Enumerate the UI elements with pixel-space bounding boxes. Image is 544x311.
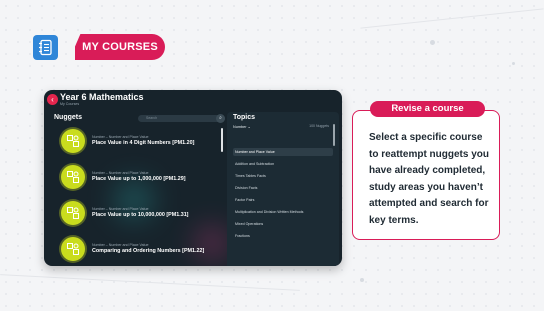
topic-item[interactable]: Factor Pairs [233,196,333,204]
topic-filter-dropdown[interactable]: Number ⌄ [233,124,251,129]
nuggets-list: Number – Number and Place Value Place Va… [44,124,227,266]
notebook-icon [33,35,58,60]
nugget-count: 100 Nuggets [309,124,329,128]
topic-item[interactable]: Fractions [233,232,333,240]
nuggets-scrollbar[interactable] [221,128,223,152]
nugget-icon [61,201,85,225]
nugget-category: Number – Number and Place Value [92,207,149,211]
topics-scrollbar[interactable] [333,124,335,146]
nugget-title: Place Value in 4 Digit Numbers [PM1.20] [92,140,195,146]
nugget-item[interactable]: Number – Number and Place Value Place Va… [44,201,227,233]
course-app-window: ‹ Year 6 Mathematics My Courses Nuggets … [44,90,342,266]
nugget-title: Place Value up to 1,000,000 [PM1.29] [92,176,186,182]
back-button[interactable]: ‹ [47,94,58,105]
topic-item[interactable]: Multiplication and Division Written Meth… [233,208,333,216]
background-dot [360,278,364,282]
topic-item[interactable]: Mixed Operations [233,220,333,228]
search-input[interactable]: Search [138,115,225,122]
topics-panel: Topics Number ⌄ 100 Nuggets Number and P… [227,112,339,266]
callout-title: Revise a course [370,101,485,117]
nuggets-heading: Nuggets [54,114,82,121]
nugget-item[interactable]: Number – Number and Place Value Place Va… [44,129,227,161]
page-title: MY COURSES [75,34,165,60]
topic-item[interactable]: Number and Place Value [233,148,333,156]
topics-heading: Topics [233,114,256,121]
nugget-item[interactable]: Number – Number and Place Value Place Va… [44,165,227,197]
nugget-category: Number – Number and Place Value [92,243,149,247]
nugget-icon [61,237,85,261]
background-dot [512,62,515,65]
callout-text: Select a specific course to reattempt nu… [369,132,490,226]
course-title: Year 6 Mathematics [60,92,144,102]
course-breadcrumb: My Courses [60,102,80,106]
nugget-icon [61,129,85,153]
topic-item[interactable]: Division Facts [233,184,333,192]
background-dot [430,40,435,45]
topic-item[interactable]: Times Tables Facts [233,172,333,180]
nugget-title: Place Value up to 10,000,000 [PM1.31] [92,212,189,218]
nugget-category: Number – Number and Place Value [92,135,149,139]
nugget-title: Comparing and Ordering Numbers [PM1.22] [92,248,205,254]
topic-item[interactable]: Addition and Subtraction [233,160,333,168]
back-arrow-icon: ‹ [51,95,54,104]
search-icon[interactable]: ⌕ [216,114,225,123]
nugget-icon [61,165,85,189]
nugget-item[interactable]: Number – Number and Place Value Comparin… [44,237,227,266]
nugget-category: Number – Number and Place Value [92,171,149,175]
